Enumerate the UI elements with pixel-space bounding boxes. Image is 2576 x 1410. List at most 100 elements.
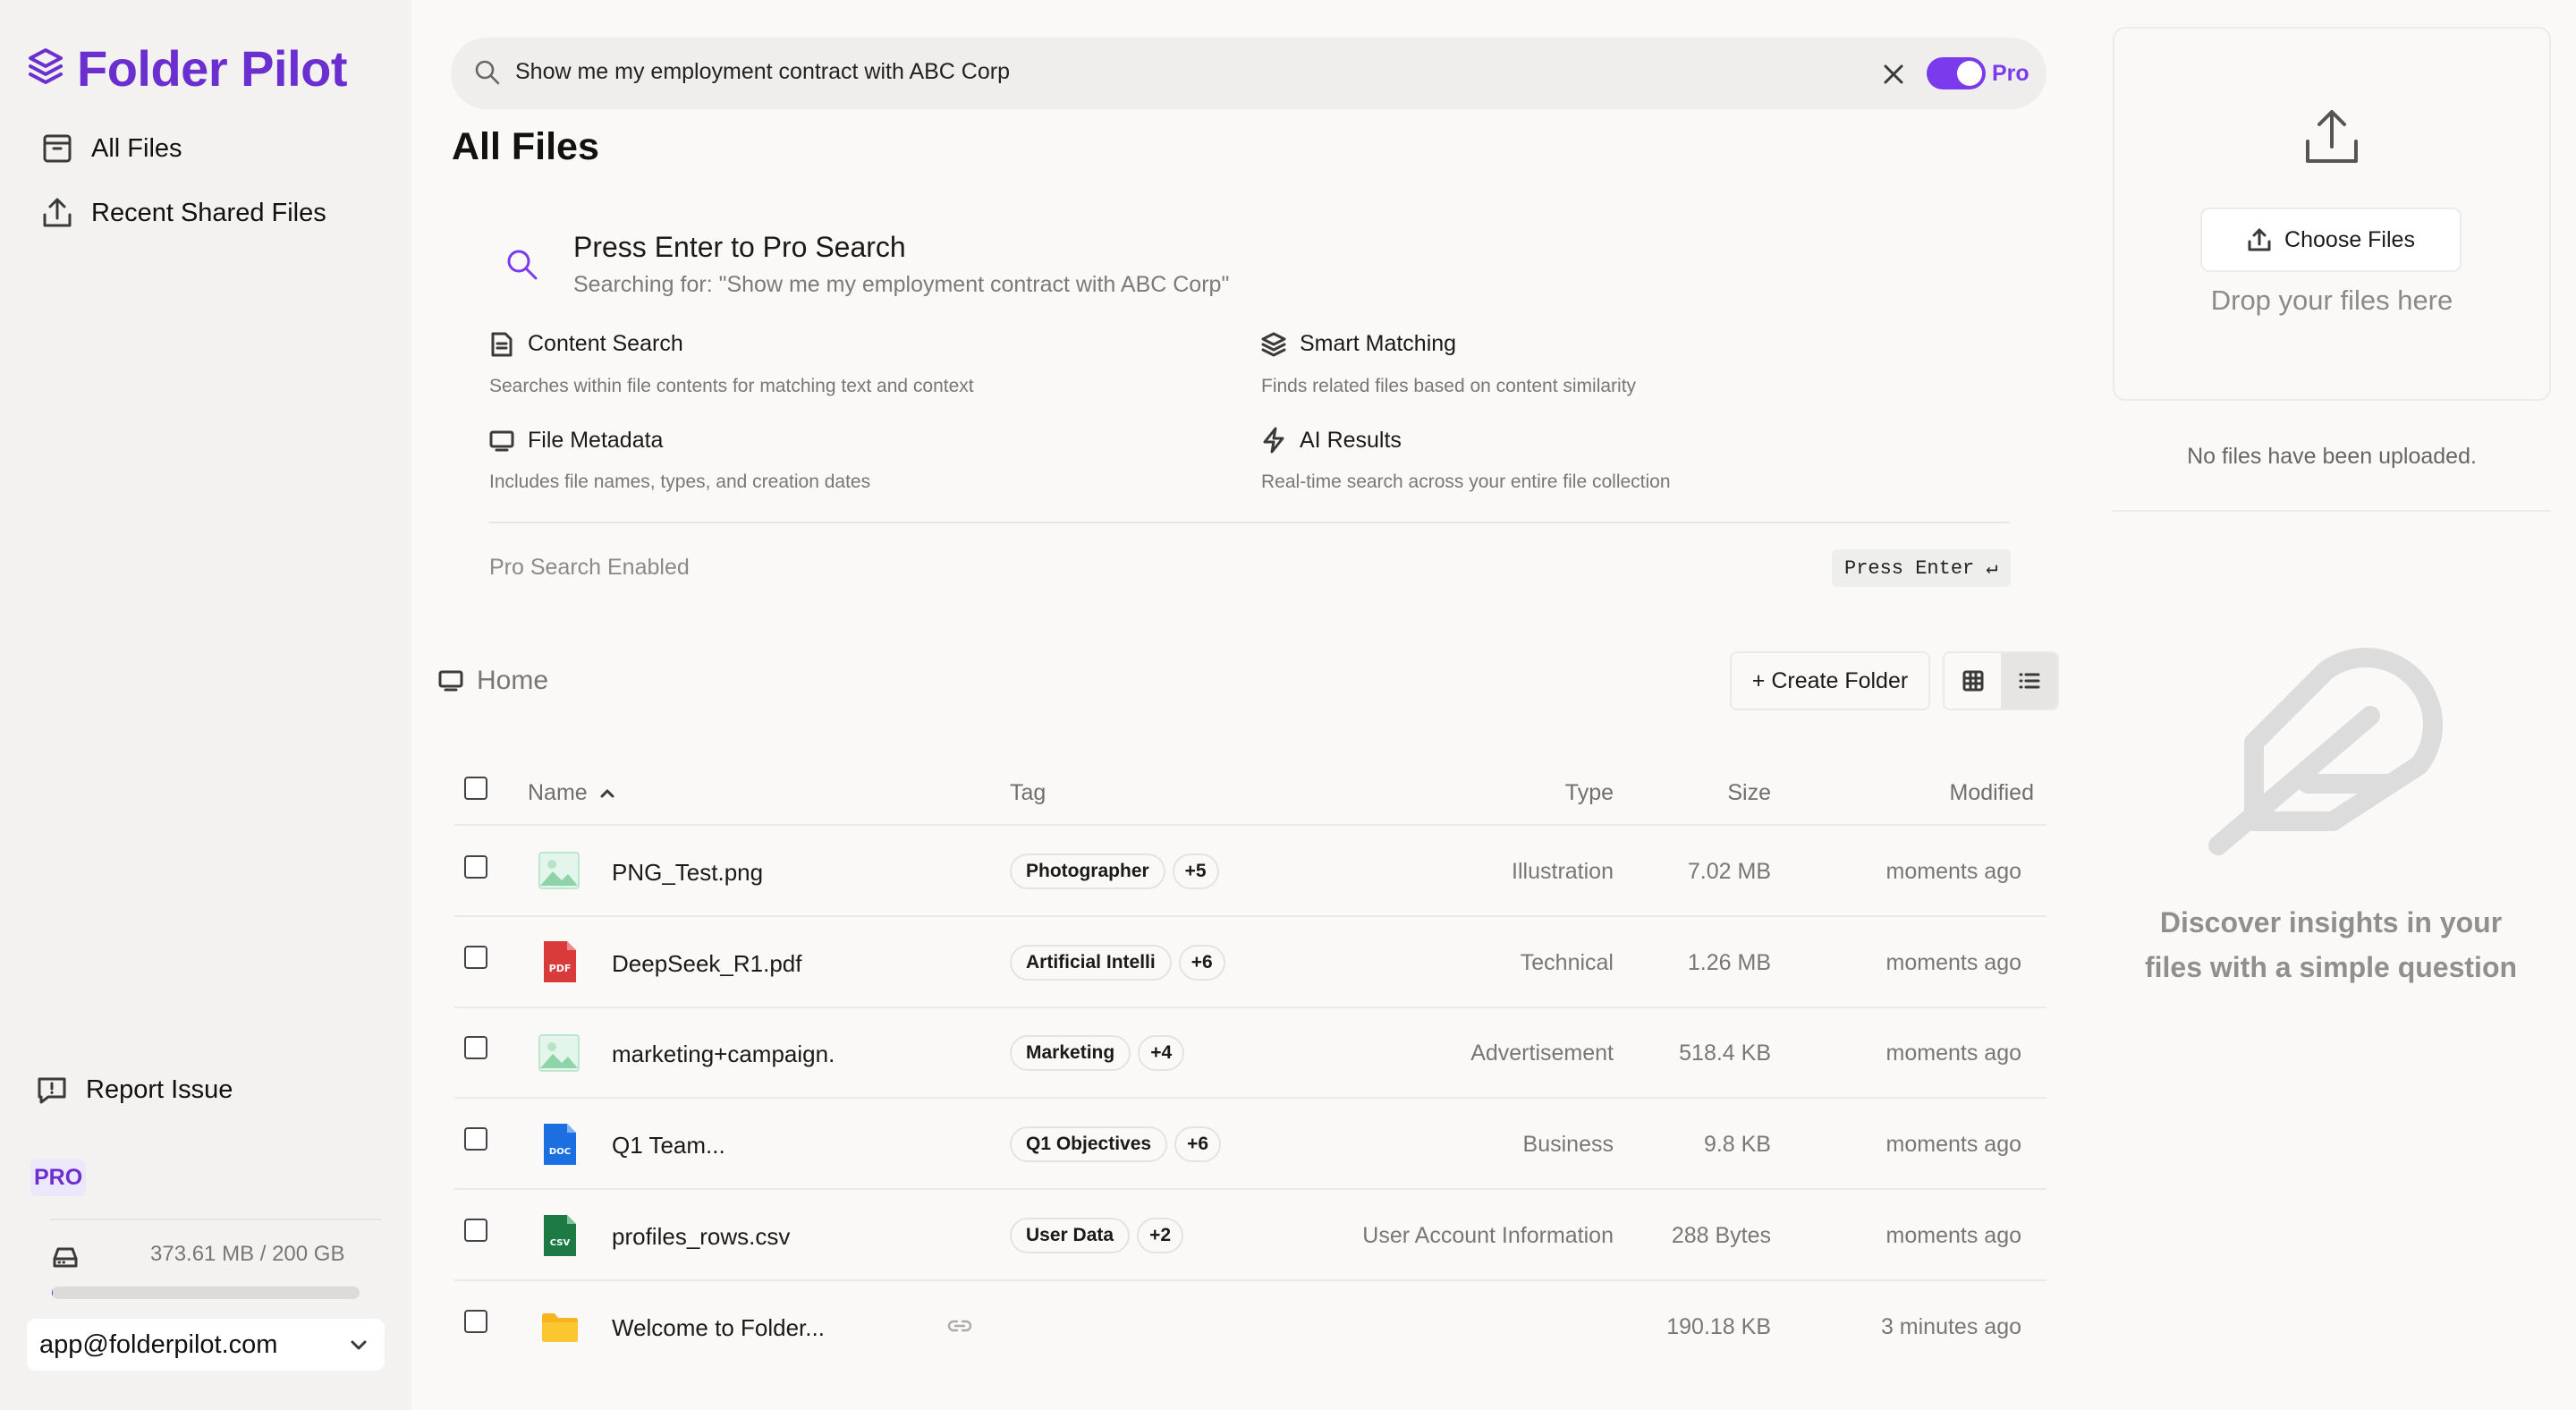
svg-text:DOC: DOC <box>549 1147 571 1157</box>
divider <box>454 1007 2046 1008</box>
sidebar-item-label: All Files <box>91 133 182 163</box>
tag-more-count[interactable]: +4 <box>1138 1035 1185 1071</box>
create-folder-button[interactable]: + Create Folder <box>1730 651 1930 710</box>
sidebar-item-recent-shared[interactable]: Recent Shared Files <box>41 188 326 238</box>
file-name[interactable]: Welcome to Folder... <box>612 1314 825 1342</box>
storage-progress-bar <box>52 1287 360 1299</box>
tag-chip[interactable]: Artificial Intelli <box>1010 945 1172 981</box>
file-name[interactable]: marketing+campaign. <box>612 1041 835 1068</box>
report-issue-button[interactable]: Report Issue <box>36 1074 233 1106</box>
upload-icon <box>2302 107 2361 166</box>
pro-search-toggle[interactable] <box>1927 57 1986 89</box>
storage-usage-text: 373.61 MB / 200 GB <box>150 1242 345 1266</box>
search-icon <box>474 59 501 86</box>
divider <box>489 522 2010 523</box>
report-message-icon <box>36 1074 68 1106</box>
tag-group: Artificial Intelli +6 <box>1010 945 1225 981</box>
feature-description: Real-time search across your entire file… <box>1261 471 1671 492</box>
file-type: Illustration <box>1512 859 1614 884</box>
file-size: 288 Bytes <box>1671 1223 1771 1248</box>
file-name[interactable]: Q1 Team... <box>612 1132 725 1159</box>
close-icon[interactable] <box>1882 63 1905 86</box>
tag-group: Q1 Objectives +6 <box>1010 1126 1222 1162</box>
sidebar-item-all-files[interactable]: All Files <box>41 123 182 174</box>
file-name[interactable]: DeepSeek_R1.pdf <box>612 950 801 978</box>
layers-icon <box>1261 331 1286 358</box>
toggle-knob <box>1957 61 1982 86</box>
file-type: Business <box>1522 1132 1614 1157</box>
press-enter-hint[interactable]: Press Enter ↵ <box>1832 549 2011 587</box>
upload-icon <box>2247 227 2272 252</box>
pro-search-title: Press Enter to Pro Search <box>573 231 906 263</box>
tag-chip[interactable]: Marketing <box>1010 1035 1131 1071</box>
tag-more-count[interactable]: +6 <box>1174 1126 1222 1162</box>
list-view-button[interactable] <box>2001 653 2057 709</box>
row-checkbox[interactable] <box>464 1219 487 1242</box>
layers-logo-icon <box>27 47 64 88</box>
column-header-tag[interactable]: Tag <box>1010 780 1046 806</box>
row-checkbox[interactable] <box>464 855 487 879</box>
feature-title: AI Results <box>1300 428 1402 453</box>
tag-more-count[interactable]: +2 <box>1137 1218 1184 1253</box>
tag-group: User Data +2 <box>1010 1218 1184 1253</box>
tag-chip[interactable]: Photographer <box>1010 854 1165 889</box>
image-file-icon <box>538 1034 580 1072</box>
breadcrumb[interactable]: Home <box>477 666 548 696</box>
monitor-icon <box>489 429 514 453</box>
divider <box>454 824 2046 826</box>
grid-view-button[interactable] <box>1945 653 2001 709</box>
csv-file-icon: CSV <box>542 1213 578 1258</box>
folder-icon <box>540 1312 580 1344</box>
column-header-type[interactable]: Type <box>1476 780 1614 806</box>
file-modified: moments ago <box>1885 1041 2021 1066</box>
select-all-checkbox[interactable] <box>464 777 487 800</box>
file-modified: moments ago <box>1885 859 2021 884</box>
file-name[interactable]: PNG_Test.png <box>612 859 763 887</box>
svg-text:PDF: PDF <box>549 963 572 974</box>
file-type: User Account Information <box>1362 1223 1614 1248</box>
doc-file-icon: DOC <box>542 1122 578 1167</box>
divider <box>2113 510 2551 512</box>
image-file-icon <box>538 852 580 889</box>
search-input[interactable] <box>515 59 1320 85</box>
divider <box>454 1188 2046 1190</box>
row-checkbox[interactable] <box>464 1310 487 1333</box>
app-logo-text[interactable]: Folder Pilot <box>77 39 348 98</box>
column-header-size[interactable]: Size <box>1682 780 1771 806</box>
feature-description: Searches within file contents for matchi… <box>489 376 974 396</box>
tag-more-count[interactable]: +6 <box>1178 945 1225 981</box>
pro-toggle-label: Pro <box>1992 61 2029 86</box>
chevron-down-icon <box>349 1335 369 1355</box>
pro-search-status: Pro Search Enabled <box>489 555 690 580</box>
choose-files-button[interactable]: Choose Files <box>2200 208 2462 272</box>
chevron-up-icon <box>598 785 616 803</box>
sidebar-item-label: Recent Shared Files <box>91 198 326 227</box>
file-modified: moments ago <box>1885 1223 2021 1248</box>
share-upload-icon <box>41 197 73 229</box>
row-checkbox[interactable] <box>464 1127 487 1151</box>
account-selector[interactable]: app@folderpilot.com <box>27 1319 385 1371</box>
pdf-file-icon: PDF <box>542 939 578 984</box>
account-email: app@folderpilot.com <box>39 1329 278 1359</box>
tag-chip[interactable]: Q1 Objectives <box>1010 1126 1168 1162</box>
feature-description: Includes file names, types, and creation… <box>489 471 871 492</box>
row-checkbox[interactable] <box>464 946 487 969</box>
sidebar-divider <box>50 1219 381 1220</box>
tag-more-count[interactable]: +5 <box>1172 854 1219 889</box>
tag-group: Photographer +5 <box>1010 854 1219 889</box>
file-size: 190.18 KB <box>1666 1314 1771 1339</box>
divider <box>454 1279 2046 1281</box>
tag-chip[interactable]: User Data <box>1010 1218 1131 1253</box>
link-icon[interactable] <box>946 1315 973 1337</box>
grid-icon <box>1962 669 1985 692</box>
view-mode-toggle <box>1943 651 2059 710</box>
page-title: All Files <box>452 125 599 168</box>
column-header-name[interactable]: Name <box>528 780 616 806</box>
lightning-icon <box>1261 427 1286 454</box>
document-icon <box>489 331 514 358</box>
file-size: 9.8 KB <box>1703 1132 1771 1157</box>
row-checkbox[interactable] <box>464 1036 487 1059</box>
file-name[interactable]: profiles_rows.csv <box>612 1223 790 1251</box>
column-header-modified[interactable]: Modified <box>1855 780 2035 806</box>
insights-empty-text: Discover insights in your files with a s… <box>2144 906 2518 983</box>
